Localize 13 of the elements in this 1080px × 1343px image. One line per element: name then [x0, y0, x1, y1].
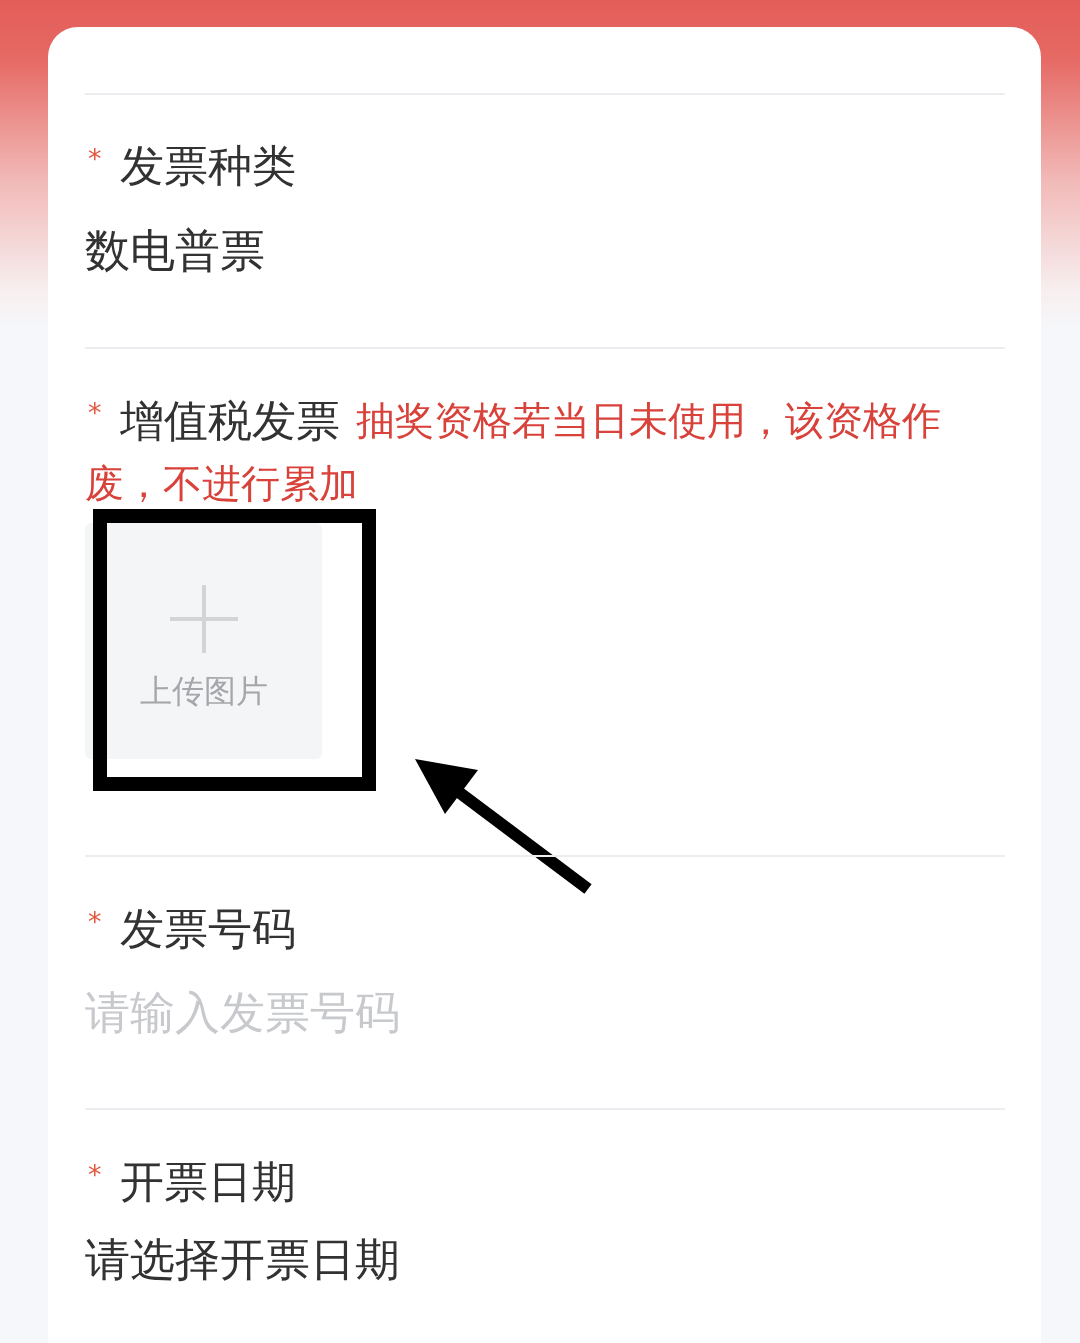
warning-hint: 废，不进行累加 — [85, 460, 358, 508]
field-label: 发票号码 — [119, 902, 296, 956]
field-label: 发票种类 — [119, 139, 296, 193]
warning-hint: 抽奖资格若当日未使用，该资格作 — [355, 396, 941, 445]
required-mark: * — [88, 144, 102, 172]
field-label: 增值税发票 — [119, 393, 340, 448]
required-mark: * — [88, 907, 102, 935]
required-mark: * — [88, 399, 102, 426]
select-field[interactable]: 数电普票 — [85, 221, 1005, 281]
plus-icon — [169, 585, 238, 653]
date-picker-field[interactable]: 请选择开票日期 — [85, 1230, 1005, 1290]
required-mark: * — [88, 1160, 102, 1188]
field-label: 开票日期 — [119, 1155, 296, 1209]
